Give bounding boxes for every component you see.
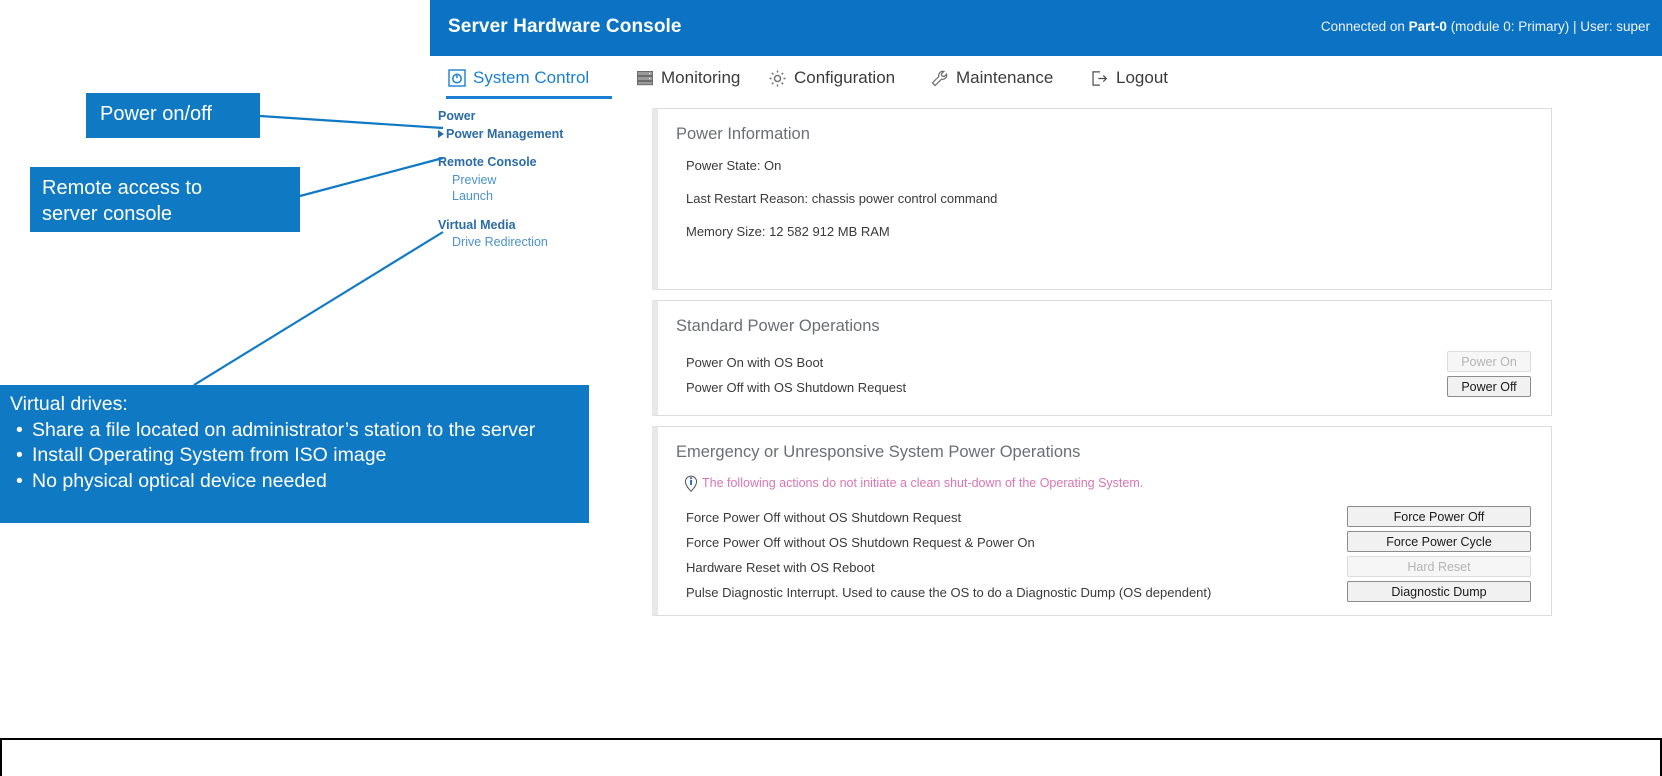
row-power-off: Power Off with OS Shutdown Request Power… <box>674 375 1535 400</box>
callout-remote-access-text: Remote access to server console <box>30 167 300 227</box>
callout-virtual-drives: Virtual drives: Share a file located on … <box>0 385 589 523</box>
row-power-on-label: Power On with OS Boot <box>686 355 824 370</box>
server-hardware-console-app: Server Hardware Console Connected on Par… <box>430 0 1662 738</box>
panel-standard-power-title: Standard Power Operations <box>676 317 880 335</box>
sidebar-item-launch[interactable]: Launch <box>438 188 638 205</box>
tab-logout[interactable]: Logout <box>1090 64 1168 92</box>
panel-standard-power-operations: Standard Power Operations Power On with … <box>652 300 1552 416</box>
panel-emergency-power-operations: Emergency or Unresponsive System Power O… <box>652 426 1552 616</box>
tab-maintenance[interactable]: Maintenance <box>930 64 1053 92</box>
tree-head-virtual-media: Virtual Media <box>438 217 516 232</box>
tree-group-power: Power Power Management <box>438 108 638 142</box>
sidebar-tree: Power Power Management Remote Console Pr… <box>438 108 638 263</box>
tree-head-power: Power <box>438 109 476 123</box>
connection-status: Connected on Part-0 (module 0: Primary) … <box>1321 19 1650 34</box>
slide-left-border <box>0 738 2 776</box>
app-header: Server Hardware Console Connected on Par… <box>430 0 1662 56</box>
row-hard-reset: Hardware Reset with OS Reboot Hard Reset <box>674 555 1535 580</box>
slide-bottom-border <box>0 738 1662 740</box>
row-force-power-off-label: Force Power Off without OS Shutdown Requ… <box>686 510 962 525</box>
sidebar-item-preview[interactable]: Preview <box>438 172 638 189</box>
force-power-cycle-button[interactable]: Force Power Cycle <box>1347 531 1531 552</box>
tab-system-control[interactable]: System Control <box>448 64 589 92</box>
connection-suffix: (module 0: Primary) | User: super <box>1446 19 1650 34</box>
panel-power-information-title: Power Information <box>676 125 810 143</box>
main-navigation: System Control Monitoring Configuration <box>430 56 1662 100</box>
hard-reset-button[interactable]: Hard Reset <box>1347 556 1531 577</box>
power-off-button[interactable]: Power Off <box>1447 376 1531 397</box>
tab-maintenance-label: Maintenance <box>956 68 1054 87</box>
active-tab-underline <box>446 96 612 99</box>
memory-size-line: Memory Size: 12 582 912 MB RAM <box>686 224 890 239</box>
slide-canvas: Server Hardware Console Connected on Par… <box>0 0 1662 776</box>
row-force-power-cycle: Force Power Off without OS Shutdown Requ… <box>674 530 1535 555</box>
power-icon <box>448 69 466 87</box>
row-diagnostic-dump-label: Pulse Diagnostic Interrupt. Used to caus… <box>686 585 1212 600</box>
callout-remote-line2: server console <box>42 202 173 225</box>
gear-icon <box>768 69 787 88</box>
sidebar-item-drive-redirection[interactable]: Drive Redirection <box>438 234 638 251</box>
callout-remote-access: Remote access to server console <box>30 167 300 232</box>
content-panels: Power Information Power State: On Last R… <box>652 108 1552 626</box>
list-item: No physical optical device needed <box>16 469 589 495</box>
tab-configuration[interactable]: Configuration <box>768 64 895 92</box>
tree-group-remote-console: Remote Console Preview Launch <box>438 154 638 205</box>
tab-configuration-label: Configuration <box>794 68 896 87</box>
row-force-power-cycle-label: Force Power Off without OS Shutdown Requ… <box>686 535 1035 550</box>
power-on-button[interactable]: Power On <box>1447 351 1531 372</box>
tree-group-virtual-media: Virtual Media Drive Redirection <box>438 217 638 251</box>
panel-emergency-power-title: Emergency or Unresponsive System Power O… <box>676 443 1081 461</box>
tab-system-control-label: System Control <box>473 68 590 87</box>
list-item: Install Operating System from ISO image <box>16 443 589 469</box>
row-diagnostic-dump: Pulse Diagnostic Interrupt. Used to caus… <box>674 580 1535 605</box>
tab-logout-label: Logout <box>1116 68 1168 87</box>
tab-monitoring-label: Monitoring <box>661 68 741 87</box>
callout-power-onoff: Power on/off <box>86 93 260 138</box>
tab-monitoring[interactable]: Monitoring <box>636 64 740 92</box>
row-power-off-label: Power Off with OS Shutdown Request <box>686 380 907 395</box>
info-icon <box>684 475 698 497</box>
sidebar-item-power-management[interactable]: Power Management <box>438 126 638 143</box>
diagnostic-dump-button[interactable]: Diagnostic Dump <box>1347 581 1531 602</box>
list-item: Share a file located on administrator’s … <box>16 418 589 444</box>
callout-power-onoff-text: Power on/off <box>100 103 212 125</box>
caret-right-icon <box>438 129 444 138</box>
row-power-on: Power On with OS Boot Power On <box>674 350 1535 375</box>
power-state-line: Power State: On <box>686 158 782 173</box>
row-hard-reset-label: Hardware Reset with OS Reboot <box>686 560 875 575</box>
page-title: Server Hardware Console <box>448 16 682 37</box>
tree-head-remote-console: Remote Console <box>438 155 537 169</box>
server-rack-icon <box>636 69 654 87</box>
last-restart-reason-line: Last Restart Reason: chassis power contr… <box>686 191 998 206</box>
logout-icon <box>1090 69 1109 88</box>
force-power-off-button[interactable]: Force Power Off <box>1347 506 1531 527</box>
connection-prefix: Connected on <box>1320 19 1409 34</box>
row-force-power-off: Force Power Off without OS Shutdown Requ… <box>674 505 1535 530</box>
emergency-warning: The following actions do not initiate a … <box>684 475 1535 497</box>
callout-virtual-drives-text: Virtual drives: Share a file located on … <box>0 385 589 495</box>
wrench-icon <box>930 69 949 88</box>
callout-virtual-title: Virtual drives: <box>10 393 128 415</box>
callout-virtual-bullets: Share a file located on administrator’s … <box>10 418 589 495</box>
emergency-warning-text: The following actions do not initiate a … <box>702 476 1144 490</box>
panel-power-information: Power Information Power State: On Last R… <box>652 108 1552 290</box>
sidebar-item-power-management-label: Power Management <box>446 126 564 141</box>
callout-remote-line1: Remote access to <box>42 177 203 199</box>
connection-target: Part-0 <box>1408 19 1447 34</box>
